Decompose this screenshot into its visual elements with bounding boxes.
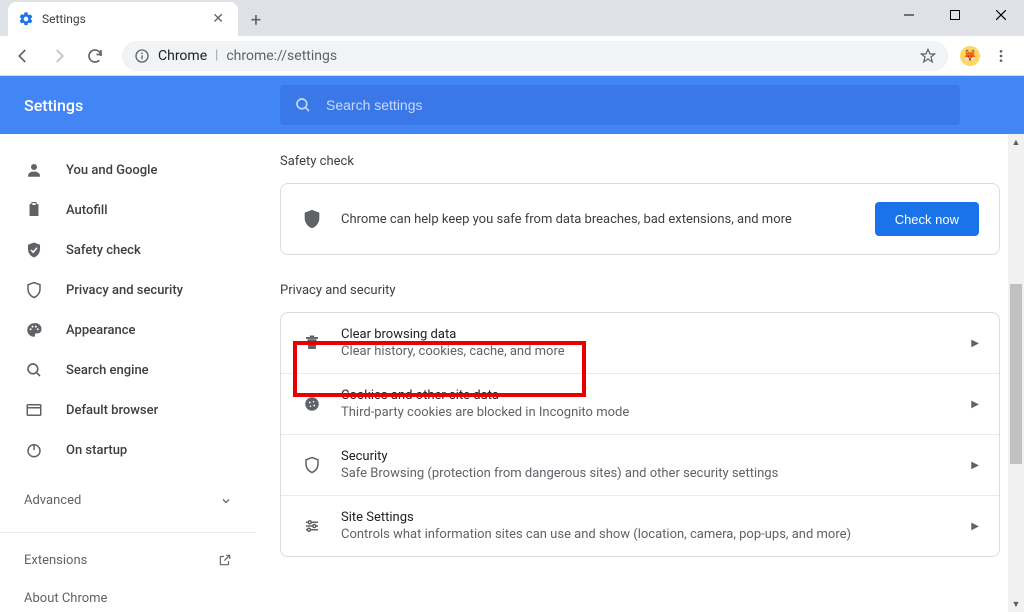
menu-button[interactable] [986, 41, 1016, 71]
sidebar-item-appearance[interactable]: Appearance [0, 310, 256, 350]
privacy-list: Clear browsing data Clear history, cooki… [280, 312, 1000, 557]
close-icon[interactable]: ✕ [208, 9, 228, 29]
chevron-right-icon: ▶ [971, 399, 979, 410]
sidebar-item-you-and-google[interactable]: You and Google [0, 150, 256, 190]
sidebar-item-label: You and Google [66, 163, 157, 178]
row-title: Clear browsing data [341, 327, 953, 342]
omnibox-origin: Chrome [158, 48, 207, 64]
shield-icon [301, 208, 323, 230]
new-tab-button[interactable]: + [242, 6, 270, 34]
sidebar-extensions[interactable]: Extensions [0, 541, 256, 579]
search-icon [294, 96, 312, 114]
row-subtitle: Controls what information sites can use … [341, 527, 953, 542]
scroll-thumb[interactable] [1010, 284, 1022, 464]
chevron-right-icon: ▶ [971, 460, 979, 471]
power-icon [24, 441, 44, 459]
cookie-icon [301, 395, 323, 413]
gear-icon [18, 11, 34, 27]
address-bar[interactable]: Chrome | chrome://settings [122, 41, 948, 71]
omnibox-separator: | [215, 48, 218, 63]
settings-header: Settings [0, 76, 1024, 134]
divider [0, 532, 256, 533]
row-subtitle: Safe Browsing (protection from dangerous… [341, 466, 953, 481]
search-input[interactable] [326, 97, 946, 113]
clipboard-icon [24, 201, 44, 219]
back-button[interactable] [8, 41, 38, 71]
chevron-down-icon [220, 495, 232, 507]
safety-check-text: Chrome can help keep you safe from data … [341, 212, 857, 227]
bookmark-star-icon[interactable] [920, 48, 936, 64]
sidebar-item-label: Privacy and security [66, 283, 183, 298]
sidebar-item-label: Search engine [66, 363, 149, 378]
chevron-right-icon: ▶ [971, 521, 979, 532]
palette-icon [24, 321, 44, 339]
page-title: Settings [24, 96, 280, 115]
about-label: About Chrome [24, 591, 107, 606]
tab-title: Settings [42, 12, 200, 26]
advanced-label: Advanced [24, 493, 81, 508]
person-icon [24, 161, 44, 179]
sidebar-item-label: Autofill [66, 203, 108, 218]
browser-titlebar: Settings ✕ + [0, 0, 1024, 36]
settings-sidebar: You and Google Autofill Safety check Pri… [0, 134, 256, 612]
omnibox-path: chrome://settings [226, 48, 337, 64]
row-site-settings[interactable]: Site Settings Controls what information … [281, 495, 999, 556]
section-title-privacy: Privacy and security [280, 283, 1000, 298]
sidebar-item-autofill[interactable]: Autofill [0, 190, 256, 230]
extension-icon[interactable]: 🦊 [960, 46, 980, 66]
trash-icon [301, 334, 323, 352]
browser-tab[interactable]: Settings ✕ [8, 2, 238, 36]
row-subtitle: Clear history, cookies, cache, and more [341, 344, 953, 359]
browser-icon [24, 401, 44, 419]
row-title: Security [341, 449, 953, 464]
window-controls [886, 0, 1024, 30]
settings-search[interactable] [280, 85, 960, 125]
close-window-button[interactable] [978, 0, 1024, 30]
search-icon [24, 361, 44, 379]
sidebar-item-label: Appearance [66, 323, 135, 338]
check-now-button[interactable]: Check now [875, 202, 979, 236]
section-title-safety: Safety check [280, 154, 1000, 169]
browser-toolbar: Chrome | chrome://settings 🦊 [0, 36, 1024, 76]
sidebar-item-on-startup[interactable]: On startup [0, 430, 256, 470]
shield-check-icon [24, 241, 44, 259]
sidebar-advanced[interactable]: Advanced [0, 476, 256, 524]
scroll-down-button[interactable]: ▼ [1008, 596, 1024, 612]
row-cookies[interactable]: Cookies and other site data Third-party … [281, 373, 999, 434]
minimize-button[interactable] [886, 0, 932, 30]
site-info-icon[interactable] [134, 48, 150, 64]
scroll-up-button[interactable]: ▲ [1008, 134, 1024, 150]
sidebar-item-label: Default browser [66, 403, 158, 418]
shield-icon [24, 281, 44, 299]
sidebar-item-safety-check[interactable]: Safety check [0, 230, 256, 270]
reload-button[interactable] [80, 41, 110, 71]
row-subtitle: Third-party cookies are blocked in Incog… [341, 405, 953, 420]
sidebar-item-privacy[interactable]: Privacy and security [0, 270, 256, 310]
sidebar-item-label: Safety check [66, 243, 141, 258]
row-title: Cookies and other site data [341, 388, 953, 403]
row-clear-browsing-data[interactable]: Clear browsing data Clear history, cooki… [281, 313, 999, 373]
sidebar-item-label: On startup [66, 443, 127, 458]
sidebar-item-search-engine[interactable]: Search engine [0, 350, 256, 390]
settings-content: Safety check Chrome can help keep you sa… [256, 134, 1024, 612]
open-external-icon [218, 553, 232, 567]
chevron-right-icon: ▶ [971, 338, 979, 349]
row-security[interactable]: Security Safe Browsing (protection from … [281, 434, 999, 495]
forward-button[interactable] [44, 41, 74, 71]
tune-icon [301, 517, 323, 535]
shield-icon [301, 456, 323, 474]
sidebar-item-default-browser[interactable]: Default browser [0, 390, 256, 430]
sidebar-about[interactable]: About Chrome [0, 579, 256, 612]
row-title: Site Settings [341, 510, 953, 525]
maximize-button[interactable] [932, 0, 978, 30]
vertical-scrollbar[interactable]: ▲ ▼ [1008, 134, 1024, 612]
safety-check-card: Chrome can help keep you safe from data … [280, 183, 1000, 255]
extensions-label: Extensions [24, 553, 87, 568]
